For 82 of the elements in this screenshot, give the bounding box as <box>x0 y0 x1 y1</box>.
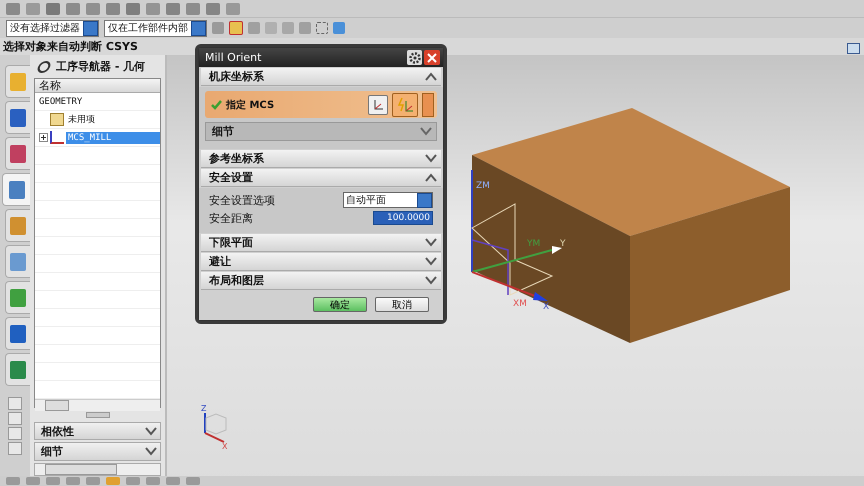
dialog-title: Mill Orient <box>205 51 262 64</box>
section-header[interactable]: 布局和图层 <box>201 272 441 290</box>
section-header[interactable]: 机床坐标系 <box>201 68 441 86</box>
column-header[interactable]: 名称 <box>35 79 160 94</box>
toolbar-tool-icon[interactable] <box>206 2 220 14</box>
csys-dialog-button[interactable] <box>368 94 388 114</box>
option-dropdown[interactable]: 自动平面 <box>343 192 433 208</box>
tree-node-icon <box>50 131 64 144</box>
horizontal-scrollbar[interactable] <box>35 399 160 412</box>
specify-mcs-row[interactable]: 指定 MCS <box>205 91 437 118</box>
tree-item[interactable]: 未用项 <box>66 112 97 128</box>
select-tool-icon[interactable] <box>229 21 243 35</box>
toolbar-tool-icon[interactable] <box>66 2 80 14</box>
axis-label: X <box>222 442 228 451</box>
toolbar-tool-icon[interactable] <box>46 477 60 485</box>
section-header[interactable]: 参考坐标系 <box>201 150 441 168</box>
chevron-icon <box>145 446 157 456</box>
toolbar-tool-icon[interactable] <box>106 2 120 14</box>
axis-label: YM <box>527 239 540 249</box>
tree-node-icon <box>50 113 64 126</box>
toolbar-tool-icon[interactable] <box>166 2 180 14</box>
scroll-button[interactable] <box>8 442 22 455</box>
scroll-button[interactable] <box>8 427 22 440</box>
axis-label: XM <box>513 299 527 309</box>
resource-tab[interactable] <box>5 245 30 278</box>
toolbar-tool-icon[interactable] <box>86 2 100 14</box>
section-header[interactable]: 安全设置 <box>201 169 441 187</box>
tree-item[interactable]: GEOMETRY <box>37 96 84 108</box>
toolbar-tool-icon[interactable] <box>146 477 160 485</box>
section-header[interactable]: 避让 <box>201 253 441 271</box>
resource-tab[interactable] <box>5 353 30 386</box>
toolbar-tool-icon[interactable] <box>106 477 120 485</box>
toolbar-tool-icon[interactable] <box>166 477 180 485</box>
close-button[interactable] <box>424 50 440 65</box>
status-prompt: 选择对象来自动判断 CSYS <box>3 39 138 54</box>
toolbar-tool-icon[interactable] <box>146 2 160 14</box>
subsection-header[interactable]: 细节 <box>205 122 437 141</box>
settings-icon[interactable] <box>407 50 422 65</box>
toolbar-tool-icon[interactable] <box>66 477 80 485</box>
resource-tab[interactable] <box>2 173 30 206</box>
scroll-button[interactable] <box>8 412 22 425</box>
dialog-button[interactable]: 取消 <box>375 297 429 312</box>
field-label: 安全距离 <box>209 210 253 226</box>
axis-label: X <box>543 302 550 312</box>
toolbar-tool-icon[interactable] <box>126 477 140 485</box>
resource-tab[interactable] <box>5 281 30 314</box>
panel-section-header[interactable]: 细节 <box>34 442 161 460</box>
field-label: 安全设置选项 <box>209 192 275 208</box>
expand-toggle-icon[interactable] <box>39 133 48 142</box>
toolbar-tool-icon[interactable] <box>186 477 200 485</box>
toolbar-tool-icon[interactable] <box>26 477 40 485</box>
axis-label: Y <box>560 239 566 249</box>
distance-input[interactable]: 100.0000 <box>373 211 433 225</box>
toolbar-tool-icon[interactable] <box>26 2 40 14</box>
axis-label: ZM <box>476 181 490 191</box>
panel-section-header[interactable]: 相依性 <box>34 422 161 440</box>
fit-view-icon[interactable] <box>847 43 860 54</box>
resource-tab[interactable] <box>5 317 30 350</box>
filter-dropdown[interactable]: 没有选择过滤器 <box>6 20 99 36</box>
toolbar-tool-icon[interactable] <box>86 477 100 485</box>
toolbar-tool-icon[interactable] <box>46 2 60 14</box>
splitter-handle[interactable] <box>86 412 110 418</box>
axis-label: Z <box>201 404 206 413</box>
horizontal-scrollbar[interactable] <box>34 462 161 476</box>
specify-label: 指定 MCS <box>226 98 276 112</box>
resource-tab[interactable] <box>5 101 30 134</box>
chevron-icon <box>145 426 157 436</box>
lightning-axes-icon <box>396 96 414 112</box>
dialog-button[interactable]: 确定 <box>313 297 367 312</box>
toolbar-tool-icon[interactable] <box>226 2 240 14</box>
navigator-title: 工序导航器 - 几何 <box>56 59 146 74</box>
resource-tab[interactable] <box>5 209 30 242</box>
scroll-button[interactable] <box>8 397 22 410</box>
box-select-icon[interactable] <box>316 22 328 34</box>
toolbar-tool-icon[interactable] <box>186 2 200 14</box>
toolbar-tool-icon[interactable] <box>6 477 20 485</box>
resource-tab[interactable] <box>5 137 30 170</box>
filter-dropdown[interactable]: 仅在工作部件内部 <box>104 20 207 36</box>
view-triad-drawing <box>204 413 226 443</box>
section-header[interactable]: 下限平面 <box>201 234 441 252</box>
toolbar-tool-icon[interactable] <box>6 2 20 14</box>
toolbar-tool-icon[interactable] <box>126 2 140 14</box>
